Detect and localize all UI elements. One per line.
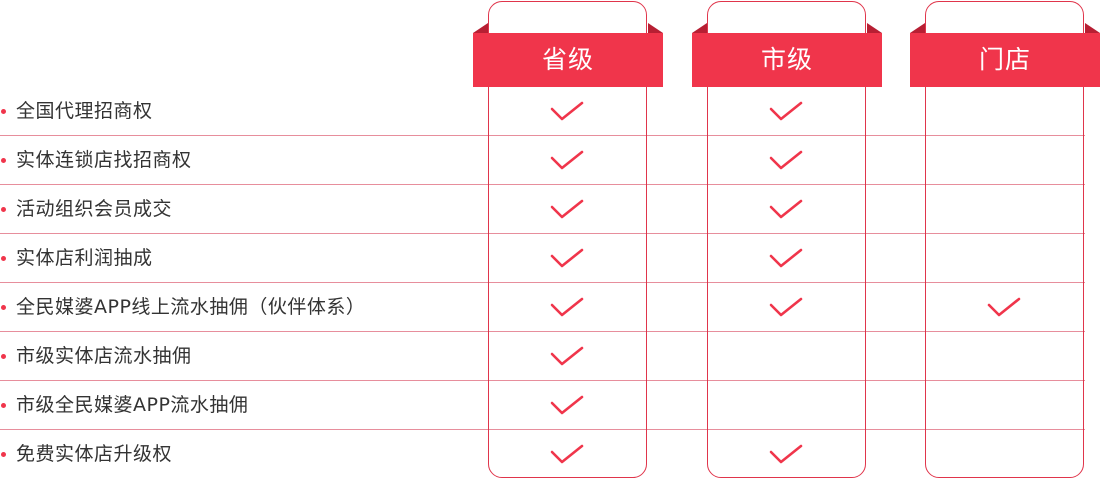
column-header-province: 省级 <box>473 23 663 87</box>
feature-label: 实体店利润抽成 <box>16 247 153 269</box>
feature-label: 全民媒婆APP线上流水抽佣（伙伴体系） <box>16 296 366 318</box>
check-icon <box>987 297 1021 317</box>
feature-row: 实体店利润抽成 <box>0 234 1085 283</box>
feature-row: 活动组织会员成交 <box>0 185 1085 234</box>
bullet-dot <box>1 354 6 359</box>
check-icon <box>769 150 803 170</box>
check-icon <box>769 444 803 464</box>
feature-row: 全国代理招商权 <box>0 87 1085 136</box>
bullet-dot <box>1 207 6 212</box>
column-header-store: 门店 <box>910 23 1100 87</box>
column-header-city: 市级 <box>692 23 882 87</box>
feature-label: 免费实体店升级权 <box>16 443 173 465</box>
check-icon <box>769 248 803 268</box>
feature-label: 市级全民媒婆APP流水抽佣 <box>16 394 249 416</box>
check-icon <box>550 444 584 464</box>
bullet-dot <box>1 452 6 457</box>
feature-label: 全国代理招商权 <box>16 100 153 122</box>
check-icon <box>550 150 584 170</box>
feature-row: 实体连锁店找招商权 <box>0 136 1085 185</box>
feature-label: 市级实体店流水抽佣 <box>16 345 192 367</box>
check-icon <box>769 101 803 121</box>
bullet-dot <box>1 305 6 310</box>
feature-row: 全民媒婆APP线上流水抽佣（伙伴体系） <box>0 283 1085 332</box>
bullet-dot <box>1 109 6 114</box>
check-icon <box>550 199 584 219</box>
check-icon <box>550 101 584 121</box>
feature-row: 免费实体店升级权 <box>0 430 1085 479</box>
bullet-dot <box>1 158 6 163</box>
feature-label: 实体连锁店找招商权 <box>16 149 192 171</box>
check-icon <box>769 297 803 317</box>
column-header-label: 市级 <box>760 45 813 74</box>
ribbon-fold-left <box>910 23 925 33</box>
check-icon <box>550 248 584 268</box>
check-icon <box>550 297 584 317</box>
check-icon <box>550 346 584 366</box>
ribbon-fold-left <box>692 23 707 33</box>
ribbon-fold-right <box>867 23 882 33</box>
feature-label: 活动组织会员成交 <box>16 198 173 220</box>
check-icon <box>550 395 584 415</box>
feature-row: 市级全民媒婆APP流水抽佣 <box>0 381 1085 430</box>
feature-row: 市级实体店流水抽佣 <box>0 332 1085 381</box>
bullet-dot <box>1 256 6 261</box>
column-header-label: 省级 <box>541 45 594 74</box>
feature-rows: 全国代理招商权 实体连锁店找招商权 活动组织会员成交 实体店利润抽成 全民媒婆A… <box>0 87 1085 479</box>
column-header-label: 门店 <box>978 45 1031 74</box>
ribbon-fold-right <box>1085 23 1100 33</box>
ribbon-fold-left <box>473 23 488 33</box>
ribbon-fold-right <box>648 23 663 33</box>
bullet-dot <box>1 403 6 408</box>
check-icon <box>769 199 803 219</box>
